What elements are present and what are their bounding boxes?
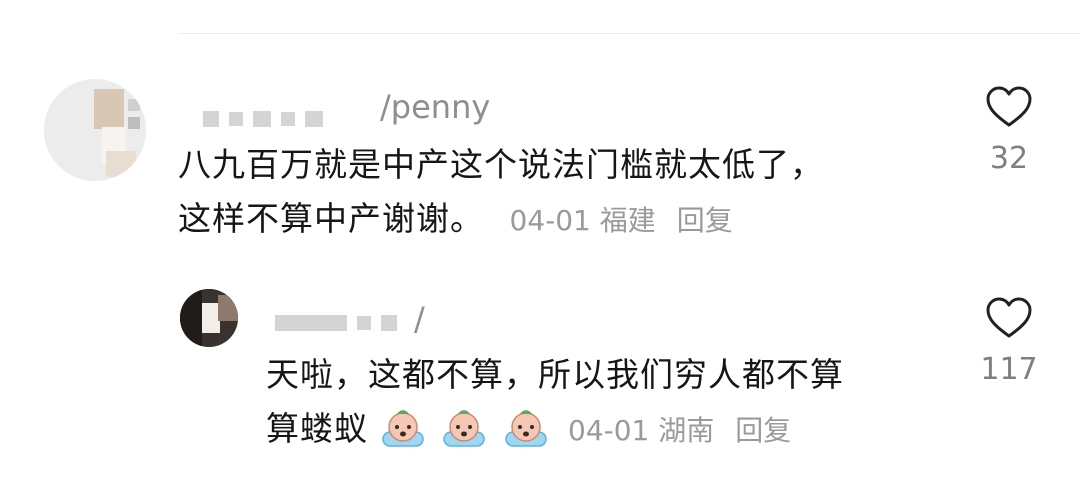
- username-mosaic: [203, 111, 333, 127]
- comment-date: 04-01: [568, 414, 650, 447]
- avatar[interactable]: [180, 289, 238, 347]
- like-button[interactable]: 117: [980, 296, 1038, 387]
- comment-text: 八九百万就是中产这个说法门槛就太低了， 这样不算中产谢谢。 04-01 福建 回…: [178, 145, 824, 238]
- like-count: 117: [980, 352, 1038, 387]
- reply-button[interactable]: 回复: [735, 414, 791, 447]
- comment-location: 福建: [599, 204, 656, 237]
- avatar[interactable]: [44, 79, 146, 181]
- comment-text: 天啦，这都不算，所以我们穷人都不算 算蝼蚁 04-01 湖南 回复: [266, 355, 844, 448]
- reply-button[interactable]: 回复: [677, 204, 733, 237]
- comment-location: 湖南: [658, 414, 715, 447]
- username-mosaic: [275, 315, 407, 331]
- crying-face-emoji: [380, 409, 442, 448]
- like-count: 32: [989, 141, 1029, 176]
- crying-face-emoji: [441, 409, 503, 448]
- heart-outline-icon[interactable]: [985, 296, 1033, 340]
- comment-date: 04-01: [509, 204, 591, 237]
- heart-outline-icon[interactable]: [985, 85, 1033, 129]
- crying-face-emoji: [503, 409, 565, 448]
- like-button[interactable]: 32: [983, 85, 1035, 176]
- top-divider: [178, 33, 1080, 34]
- username[interactable]: /penny: [380, 91, 490, 123]
- username[interactable]: /: [414, 303, 425, 335]
